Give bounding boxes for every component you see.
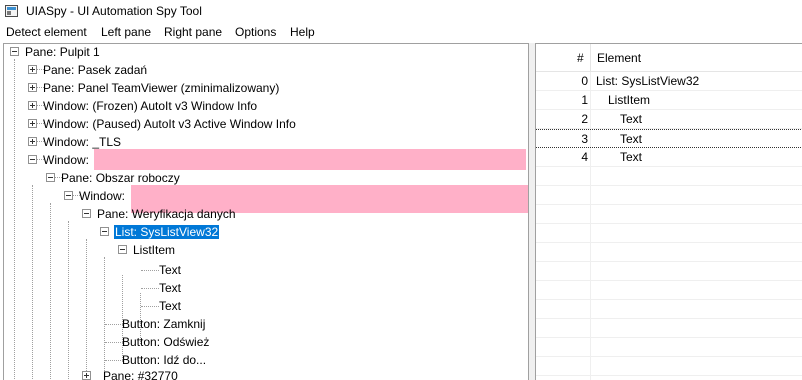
expand-icon[interactable] <box>28 137 37 146</box>
collapse-icon[interactable] <box>10 47 19 56</box>
tree-node-listitem[interactable]: ListItem <box>132 242 176 258</box>
row-element: Text <box>620 132 643 146</box>
row-index: 1 <box>581 93 588 107</box>
list-row[interactable]: 4 Text <box>536 148 802 167</box>
list-row[interactable]: 1 ListItem <box>536 91 802 110</box>
tree-node-text[interactable]: Text <box>158 280 182 296</box>
tree-node-button-odswiez[interactable]: Button: Odśwież <box>121 334 210 350</box>
list-row[interactable]: 0 List: SysListView32 <box>536 72 802 91</box>
tree-node-text[interactable]: Text <box>158 298 182 314</box>
tree-node-window-redacted-2[interactable]: Window: <box>78 188 126 204</box>
tree-node-autoit-active-window-info[interactable]: Window: (Paused) AutoIt v3 Active Window… <box>42 116 297 132</box>
row-index: 2 <box>581 112 588 126</box>
expand-icon[interactable] <box>28 119 37 128</box>
collapse-icon[interactable] <box>46 173 55 182</box>
list-row-focused[interactable]: 3 Text <box>536 129 802 148</box>
element-details-list[interactable]: # Element 0 List: SysListView32 1 ListIt… <box>535 43 802 380</box>
list-row-empty <box>536 205 802 224</box>
list-row-empty <box>536 357 802 376</box>
expand-icon[interactable] <box>28 65 37 74</box>
title-bar: UIASpy - UI Automation Spy Tool <box>0 0 802 22</box>
collapse-icon[interactable] <box>118 245 127 254</box>
list-header: # Element <box>536 44 802 72</box>
row-element: ListItem <box>608 93 651 107</box>
row-element: Text <box>620 150 643 164</box>
list-row-empty <box>536 167 802 186</box>
tree-node-syslistview32[interactable]: List: SysListView32 <box>114 224 220 240</box>
tree-node-weryfikacja-danych[interactable]: Pane: Weryfikacja danych <box>96 206 237 222</box>
row-index: 3 <box>581 132 588 146</box>
menu-right-pane[interactable]: Right pane <box>164 25 222 39</box>
window-title: UIASpy - UI Automation Spy Tool <box>26 4 202 18</box>
menu-help[interactable]: Help <box>290 25 315 39</box>
collapse-icon[interactable] <box>100 227 109 236</box>
list-row-empty <box>536 319 802 338</box>
menu-detect-element[interactable]: Detect element <box>6 25 87 39</box>
list-row[interactable]: 2 Text <box>536 110 802 129</box>
tree-node-teamviewer[interactable]: Pane: Panel TeamViewer (zminimalizowany) <box>42 80 280 96</box>
expand-icon[interactable] <box>82 371 91 380</box>
collapse-icon[interactable] <box>64 191 73 200</box>
tree-node-pulpit[interactable]: Pane: Pulpit 1 <box>24 44 101 60</box>
column-header-index[interactable]: # <box>577 51 584 65</box>
tree-node-button-zamknij[interactable]: Button: Zamknij <box>121 316 206 332</box>
redaction-block <box>94 149 526 170</box>
row-index: 4 <box>581 150 588 164</box>
app-window-icon <box>5 5 18 17</box>
row-element: List: SysListView32 <box>596 74 700 88</box>
tree-node-obszar-roboczy[interactable]: Pane: Obszar roboczy <box>60 170 181 186</box>
list-row-empty <box>536 243 802 262</box>
column-header-element[interactable]: Element <box>597 51 641 65</box>
collapse-icon[interactable] <box>82 209 91 218</box>
tree-node-window-redacted[interactable]: Window: <box>42 152 90 168</box>
row-element: Text <box>620 112 643 126</box>
menu-bar: Detect element Left pane Right pane Opti… <box>0 22 802 42</box>
list-row-empty <box>536 262 802 281</box>
menu-options[interactable]: Options <box>235 25 276 39</box>
element-tree[interactable]: Pane: Pulpit 1 Pane: Pasek zadań Pane: P… <box>3 43 529 380</box>
list-row-empty <box>536 281 802 300</box>
menu-left-pane[interactable]: Left pane <box>101 25 151 39</box>
list-row-empty <box>536 186 802 205</box>
tree-node-button-idz-do[interactable]: Button: Idź do... <box>121 352 207 368</box>
list-row-empty <box>536 338 802 357</box>
tree-node-tls[interactable]: Window: _TLS <box>42 134 122 150</box>
row-index: 0 <box>581 74 588 88</box>
list-row-empty <box>536 300 802 319</box>
tree-node-pane-32770[interactable]: Pane: #32770 <box>102 368 179 380</box>
collapse-icon[interactable] <box>28 155 37 164</box>
expand-icon[interactable] <box>28 83 37 92</box>
expand-icon[interactable] <box>28 101 37 110</box>
tree-node-text[interactable]: Text <box>158 262 182 278</box>
tree-node-autoit-window-info[interactable]: Window: (Frozen) AutoIt v3 Window Info <box>42 98 258 114</box>
tree-node-pasek-zadan[interactable]: Pane: Pasek zadań <box>42 62 148 78</box>
list-row-empty <box>536 224 802 243</box>
